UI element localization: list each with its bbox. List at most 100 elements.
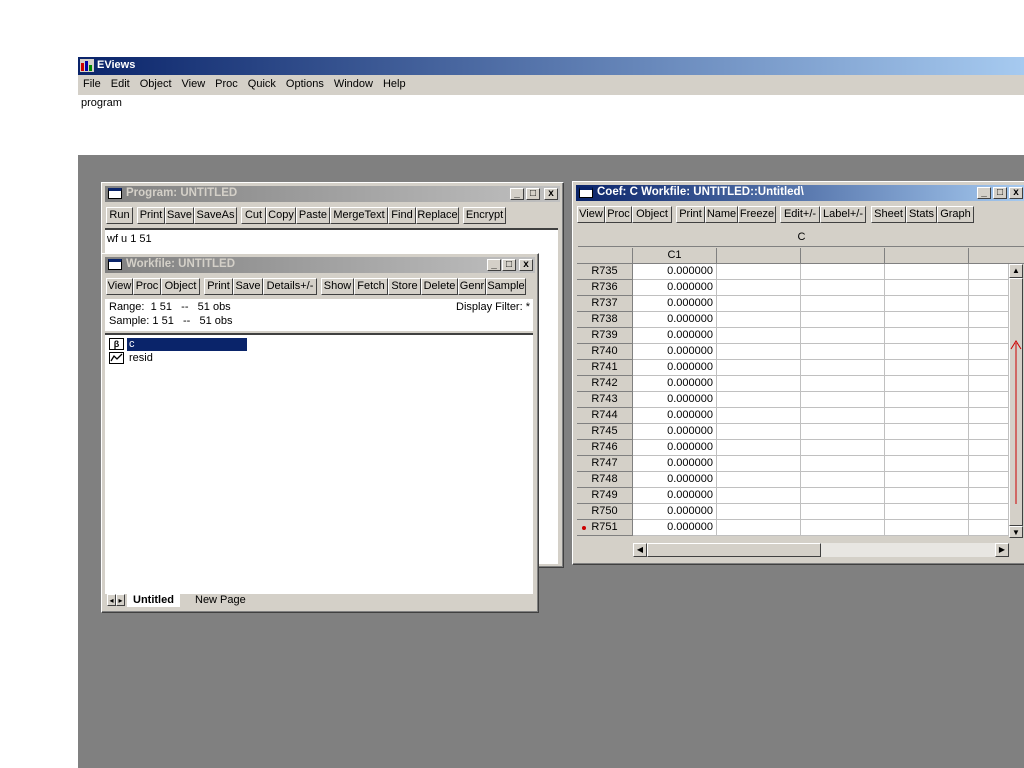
close-button[interactable]: x [544, 188, 558, 200]
save-button[interactable]: Save [165, 207, 194, 224]
row-header[interactable]: R747 [577, 456, 633, 472]
empty-cell[interactable] [885, 264, 969, 280]
freeze-button[interactable]: Freeze [738, 206, 776, 223]
close-button[interactable]: x [519, 259, 533, 271]
empty-cell[interactable] [885, 456, 969, 472]
row-header[interactable]: R735 [577, 264, 633, 280]
tab-scroll-right-icon[interactable]: ▸ [116, 594, 125, 606]
close-button[interactable]: x [1009, 187, 1023, 199]
empty-cell[interactable] [801, 472, 885, 488]
value-cell[interactable]: 0.000000 [633, 520, 717, 536]
view-button[interactable]: View [106, 278, 133, 295]
print-button[interactable]: Print [676, 206, 705, 223]
tab-scroll-left-icon[interactable]: ◂ [107, 594, 116, 606]
vertical-scrollbar[interactable]: ▲ ▼ [1009, 264, 1023, 538]
program-title-bar[interactable]: Program: UNTITLED _ □ x [105, 186, 560, 202]
replace-button[interactable]: Replace [416, 207, 459, 224]
delete-button[interactable]: Delete [421, 278, 458, 295]
row-header[interactable]: R748 [577, 472, 633, 488]
menu-quick[interactable]: Quick [243, 75, 281, 95]
label-toggle-button[interactable]: Label+/- [820, 206, 866, 223]
view-button[interactable]: View [577, 206, 605, 223]
empty-cell[interactable] [969, 440, 1009, 456]
row-header[interactable]: R750 [577, 504, 633, 520]
save-button[interactable]: Save [233, 278, 263, 295]
row-header[interactable]: R743 [577, 392, 633, 408]
empty-cell[interactable] [969, 472, 1009, 488]
empty-cell[interactable] [801, 296, 885, 312]
scroll-left-icon[interactable]: ◀ [633, 543, 647, 557]
minimize-button[interactable]: _ [487, 259, 501, 271]
print-button[interactable]: Print [137, 207, 165, 224]
empty-cell[interactable] [801, 344, 885, 360]
empty-cell[interactable] [717, 296, 801, 312]
value-cell[interactable]: 0.000000 [633, 472, 717, 488]
column-header-c1[interactable]: C1 [633, 248, 717, 264]
tab-untitled[interactable]: Untitled [127, 593, 180, 607]
empty-cell[interactable] [717, 376, 801, 392]
empty-cell[interactable] [801, 392, 885, 408]
value-cell[interactable]: 0.000000 [633, 456, 717, 472]
empty-cell[interactable] [717, 392, 801, 408]
proc-button[interactable]: Proc [605, 206, 632, 223]
empty-cell[interactable] [801, 328, 885, 344]
row-header[interactable]: R746 [577, 440, 633, 456]
empty-cell[interactable] [801, 456, 885, 472]
empty-cell[interactable] [885, 504, 969, 520]
sample-button[interactable]: Sample [486, 278, 526, 295]
row-header[interactable]: R749 [577, 488, 633, 504]
value-cell[interactable]: 0.000000 [633, 280, 717, 296]
value-cell[interactable]: 0.000000 [633, 424, 717, 440]
scroll-right-icon[interactable]: ▶ [995, 543, 1009, 557]
value-cell[interactable]: 0.000000 [633, 360, 717, 376]
value-cell[interactable]: 0.000000 [633, 344, 717, 360]
empty-cell[interactable] [969, 456, 1009, 472]
value-cell[interactable]: 0.000000 [633, 392, 717, 408]
value-cell[interactable]: 0.000000 [633, 296, 717, 312]
empty-cell[interactable] [969, 376, 1009, 392]
fetch-button[interactable]: Fetch [354, 278, 388, 295]
proc-button[interactable]: Proc [133, 278, 161, 295]
find-button[interactable]: Find [388, 207, 416, 224]
empty-cell[interactable] [885, 472, 969, 488]
maximize-button[interactable]: □ [502, 259, 516, 271]
empty-cell[interactable] [969, 424, 1009, 440]
empty-cell[interactable] [717, 344, 801, 360]
graph-button[interactable]: Graph [937, 206, 974, 223]
empty-cell[interactable] [801, 360, 885, 376]
empty-cell[interactable] [801, 312, 885, 328]
column-header[interactable] [969, 248, 1024, 264]
mergetext-button[interactable]: MergeText [330, 207, 388, 224]
column-header[interactable] [717, 248, 801, 264]
empty-cell[interactable] [717, 280, 801, 296]
value-cell[interactable]: 0.000000 [633, 328, 717, 344]
empty-cell[interactable] [801, 488, 885, 504]
empty-cell[interactable] [801, 504, 885, 520]
empty-cell[interactable] [969, 264, 1009, 280]
menu-help[interactable]: Help [378, 75, 411, 95]
paste-button[interactable]: Paste [296, 207, 330, 224]
object-button[interactable]: Object [161, 278, 200, 295]
minimize-button[interactable]: _ [510, 188, 524, 200]
empty-cell[interactable] [717, 520, 801, 536]
menu-object[interactable]: Object [135, 75, 177, 95]
empty-cell[interactable] [717, 440, 801, 456]
print-button[interactable]: Print [204, 278, 233, 295]
details-button[interactable]: Details+/- [263, 278, 317, 295]
scroll-down-icon[interactable]: ▼ [1009, 526, 1023, 538]
empty-cell[interactable] [717, 408, 801, 424]
display-filter[interactable]: Display Filter: * [456, 301, 530, 313]
empty-cell[interactable] [969, 504, 1009, 520]
empty-cell[interactable] [969, 392, 1009, 408]
empty-cell[interactable] [885, 520, 969, 536]
horizontal-scrollbar[interactable]: ◀ ▶ [633, 543, 1009, 557]
empty-cell[interactable] [717, 328, 801, 344]
row-header[interactable]: R737 [577, 296, 633, 312]
empty-cell[interactable] [969, 520, 1009, 536]
stats-button[interactable]: Stats [906, 206, 937, 223]
empty-cell[interactable] [885, 328, 969, 344]
empty-cell[interactable] [885, 376, 969, 392]
menu-options[interactable]: Options [281, 75, 329, 95]
command-window[interactable]: program [78, 95, 1024, 155]
empty-cell[interactable] [969, 360, 1009, 376]
